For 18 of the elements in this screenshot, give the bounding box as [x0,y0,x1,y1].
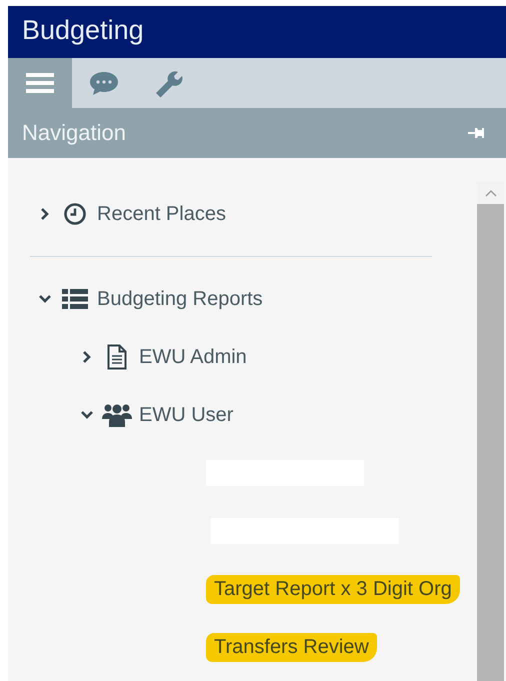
pin-icon[interactable] [468,127,486,139]
people-icon [102,403,132,427]
tree-item[interactable]: Recent Places [97,202,226,226]
panel-tab[interactable] [8,58,72,108]
report-link[interactable]: Transfers Review [206,632,377,662]
list-icon [62,288,88,310]
clock-icon [63,202,87,226]
window-title: Budgeting [21,14,144,47]
tree-item[interactable]: EWU User [139,404,234,426]
scroll-up-icon[interactable] [484,189,496,197]
chat-bubble-icon [88,70,120,96]
document-icon [107,344,127,370]
panel-title: Navigation [22,120,126,146]
tree-item[interactable]: Budgeting Reports [97,288,263,310]
menu-icon [26,72,54,94]
report-link[interactable]: Target Report x 3 Digit Org [206,574,460,604]
scrollbar[interactable] [477,182,504,681]
tree-item[interactable]: EWU Admin [139,346,247,368]
